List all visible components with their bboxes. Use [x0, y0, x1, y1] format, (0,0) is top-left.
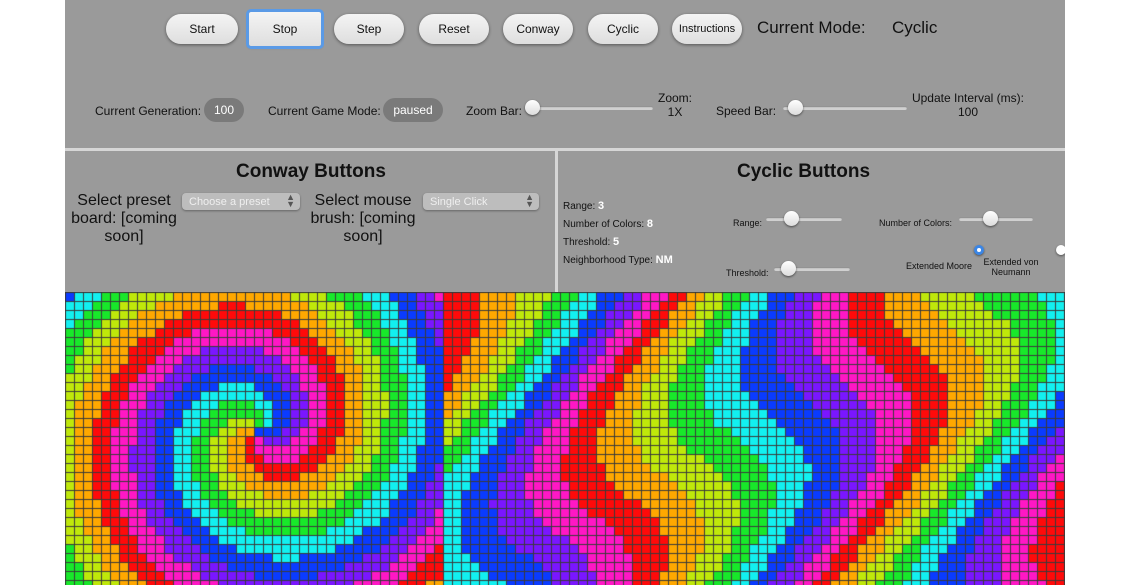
- game-mode-badge: paused: [383, 98, 443, 122]
- brush-select-value: Single Click: [430, 195, 488, 208]
- step-button[interactable]: Step: [334, 14, 404, 44]
- neighborhood-readout-value: NM: [655, 254, 673, 266]
- colors-readout-value: 8: [646, 218, 654, 230]
- update-interval-readout: Update Interval (ms): 100: [905, 91, 1031, 119]
- conway-panel: Conway Buttons Select preset board: [com…: [65, 151, 555, 292]
- threshold-slider[interactable]: [774, 261, 850, 277]
- speed-slider-thumb[interactable]: [788, 100, 803, 115]
- colors-slider-thumb[interactable]: [983, 211, 998, 226]
- cyclic-panel: Cyclic Buttons Range: 3 Number of Colors…: [558, 151, 1065, 292]
- current-mode-value: Cyclic: [892, 18, 938, 37]
- zoom-label: Zoom:: [657, 91, 692, 105]
- current-mode-label: Current Mode:: [757, 18, 866, 37]
- colors-slider[interactable]: [959, 211, 1033, 227]
- update-interval-label: Update Interval (ms):: [911, 91, 1025, 105]
- range-readout-label: Range:: [563, 201, 596, 212]
- select-arrows-icon: ▲ ▼: [286, 192, 295, 209]
- zoom-bar-label: Zoom Bar:: [466, 104, 523, 118]
- generation-badge: 100: [204, 98, 244, 122]
- preset-select[interactable]: Choose a preset ▲ ▼: [182, 193, 300, 210]
- conway-button[interactable]: Conway: [503, 14, 573, 44]
- range-slider-thumb[interactable]: [784, 211, 799, 226]
- zoom-slider-thumb[interactable]: [525, 100, 540, 115]
- neighborhood-readout-label: Neighborhood Type:: [563, 255, 653, 266]
- range-slider-track: [766, 217, 842, 221]
- threshold-slider-label: Threshold:: [726, 268, 769, 278]
- speed-bar-label: Speed Bar:: [716, 104, 777, 118]
- generation-label: Current Generation:: [95, 104, 202, 118]
- zoom-value: 1X: [667, 105, 683, 119]
- threshold-readout: Threshold: 5: [563, 236, 619, 248]
- cyclic-button[interactable]: Cyclic: [588, 14, 658, 44]
- threshold-readout-label: Threshold:: [563, 237, 611, 248]
- radio-extended-moore[interactable]: [974, 245, 984, 255]
- radio-extended-von-neumann-label: Extended von Neumann: [983, 257, 1039, 277]
- select-arrows-icon: ▲ ▼: [525, 192, 534, 209]
- radio-extended-von-neumann[interactable]: [1056, 245, 1065, 255]
- preset-label: Select preset board: [coming soon]: [71, 192, 177, 245]
- zoom-readout: Zoom: 1X: [650, 91, 700, 119]
- preset-select-value: Choose a preset: [189, 195, 270, 208]
- threshold-readout-value: 5: [613, 236, 620, 248]
- update-interval-value: 100: [957, 105, 979, 119]
- reset-button[interactable]: Reset: [419, 14, 489, 44]
- cyclic-panel-title: Cyclic Buttons: [737, 161, 871, 182]
- game-mode-label: Current Game Mode:: [268, 104, 381, 118]
- brush-label: Select mouse brush: [coming soon]: [310, 192, 416, 245]
- game-board-canvas[interactable]: [65, 292, 1065, 585]
- control-panel: Start Stop Step Reset Conway Cyclic Inst…: [65, 0, 1065, 148]
- brush-select[interactable]: Single Click ▲ ▼: [423, 193, 539, 210]
- neighborhood-readout: Neighborhood Type: NM: [563, 254, 673, 266]
- threshold-slider-thumb[interactable]: [781, 261, 796, 276]
- start-button[interactable]: Start: [166, 14, 238, 44]
- instructions-button[interactable]: Instructions: [672, 14, 742, 44]
- game-of-life-app: Start Stop Step Reset Conway Cyclic Inst…: [65, 0, 1065, 585]
- range-readout-value: 3: [598, 200, 605, 212]
- colors-readout-label: Number of Colors:: [563, 219, 645, 230]
- range-readout: Range: 3: [563, 200, 604, 212]
- stop-button[interactable]: Stop: [246, 9, 324, 49]
- zoom-slider[interactable]: [525, 100, 653, 116]
- range-slider-label: Range:: [733, 218, 763, 228]
- colors-slider-label: Number of Colors:: [879, 218, 953, 228]
- speed-slider[interactable]: [783, 100, 907, 116]
- conway-panel-title: Conway Buttons: [236, 161, 386, 182]
- range-slider[interactable]: [766, 211, 842, 227]
- colors-readout: Number of Colors: 8: [563, 218, 653, 230]
- zoom-slider-track: [525, 106, 653, 110]
